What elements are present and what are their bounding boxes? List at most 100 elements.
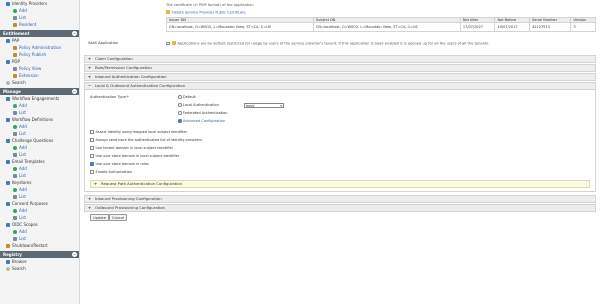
local-auth-select[interactable]: basic ▾ — [244, 103, 284, 108]
sidebar-item-label: Policy View — [19, 66, 42, 71]
sidebar-item-add[interactable]: Add — [0, 228, 79, 235]
sidebar-item-browse[interactable]: Browse — [0, 258, 79, 265]
sidebar-item-list[interactable]: List — [0, 193, 79, 200]
sidebar-item-label: Browse — [12, 259, 27, 264]
collapse-icon[interactable]: − — [72, 31, 77, 36]
collapse-icon[interactable]: − — [72, 252, 77, 257]
section-request-path-config[interactable]: + Request Path Authentication Configurati… — [90, 180, 590, 188]
sidebar-item-workflow-engagements[interactable]: Workflow Engagements — [0, 95, 79, 102]
expand-icon: + — [88, 196, 92, 201]
checkbox-label: Use tenant domain in local subject ident… — [95, 146, 174, 150]
sidebar-item-label: Consent Purposes — [12, 201, 48, 206]
radio-federated[interactable]: Federated Authentication — [178, 111, 228, 115]
sidebar-item-add[interactable]: Add — [0, 123, 79, 130]
section-outbound-prov-config[interactable]: + Outbound Provisioning Configuration — [84, 204, 596, 212]
sidebar-item-workflow-definitions[interactable]: Workflow Definitions — [0, 116, 79, 123]
update-button[interactable]: Update — [90, 214, 110, 221]
add-icon — [13, 145, 17, 150]
section-inbound-auth-config[interactable]: + Inbound Authentication Configuration — [84, 73, 596, 81]
sidebar-item-list[interactable]: List — [0, 214, 79, 221]
sidebar-item-label: Workflow Engagements — [12, 96, 60, 101]
table-row: CN=localhost, O=WSO2, L=Mountain View, S… — [166, 22, 596, 32]
cancel-button[interactable]: Cancel — [109, 214, 128, 221]
radio-default[interactable]: Default — [178, 95, 196, 99]
checkbox-label: Use user store domain in local subject i… — [95, 154, 180, 158]
delete-cert-link[interactable]: Delete Service Provider Public Certifica… — [172, 11, 246, 15]
sidebar-item-add[interactable]: Add — [0, 144, 79, 151]
sidebar-item-list[interactable]: List — [0, 130, 79, 137]
option-checkbox-row[interactable]: Assert identity using mapped local subje… — [90, 130, 187, 134]
sidebar-item-label: Add — [19, 145, 27, 150]
option-checkbox-row[interactable]: Always send back the authenticated list … — [90, 138, 202, 142]
sidebar-item-add[interactable]: Add — [0, 7, 79, 14]
sidebar-item-list[interactable]: List — [0, 172, 79, 179]
saas-label: SaaS Application — [88, 41, 119, 45]
sidebar-manage-items: Workflow Engagements Add List Workflow Defi… — [0, 95, 79, 249]
sidebar-item-label: Search — [12, 80, 26, 85]
radio-advanced[interactable]: Advanced Configuration — [178, 119, 225, 123]
section-title: Inbound Authentication Configuration — [95, 74, 167, 79]
checkbox-icon[interactable] — [90, 138, 94, 142]
section-title: Request Path Authentication Configuratio… — [101, 181, 183, 186]
sidebar-item-oidc-scopes[interactable]: OIDC Scopes — [0, 221, 79, 228]
sidebar-item-add[interactable]: Add — [0, 186, 79, 193]
sidebar-item-search[interactable]: Search — [0, 79, 79, 86]
list-icon — [13, 173, 17, 178]
sidebar-item-add[interactable]: Add — [0, 165, 79, 172]
sidebar-item-resident[interactable]: Resident — [0, 21, 79, 28]
sidebar-section-title: Manage — [3, 89, 21, 94]
sidebar-item-email-templates[interactable]: Email Templates — [0, 158, 79, 165]
sidebar-item-list[interactable]: List — [0, 14, 79, 21]
sidebar-item-policy-administration[interactable]: Policy Administration — [0, 44, 79, 51]
sidebar-item-label: List — [19, 15, 26, 20]
option-checkbox-row[interactable]: Use user store domain in roles — [90, 162, 149, 166]
sidebar-item-extension[interactable]: Extension — [0, 72, 79, 79]
sidebar-item-label: List — [19, 173, 26, 178]
add-icon — [13, 166, 17, 171]
option-checkbox-row[interactable]: Use user store domain in local subject i… — [90, 154, 179, 158]
radio-label: Default — [183, 95, 196, 99]
sidebar-item-identity-providers[interactable]: Identity Providers — [0, 0, 79, 7]
sidebar-item-policy-view[interactable]: Policy View — [0, 65, 79, 72]
section-claim-config[interactable]: + Claim Configuration — [84, 55, 596, 63]
sidebar-item-pdp[interactable]: PDP — [0, 58, 79, 65]
sidebar-section-registry[interactable]: Registry − — [0, 251, 79, 258]
sidebar-item-policy-publish[interactable]: Policy Publish — [0, 51, 79, 58]
radio-local[interactable]: Local Authentication — [178, 103, 219, 107]
checkbox-icon[interactable] — [90, 154, 94, 158]
section-role-config[interactable]: + Role/Permission Configuration — [84, 64, 596, 72]
saas-checkbox[interactable] — [166, 41, 170, 45]
sidebar-item-list[interactable]: List — [0, 109, 79, 116]
sidebar-item-list[interactable]: List — [0, 235, 79, 242]
sidebar-section-manage[interactable]: Manage − — [0, 88, 79, 95]
sidebar-item-shutdown-restart[interactable]: Shutdown/Restart — [0, 242, 79, 249]
section-inbound-prov-config[interactable]: + Inbound Provisioning Configuration — [84, 195, 596, 203]
table-cell: 3 — [570, 22, 596, 32]
table-cell: 42127913 — [529, 22, 572, 32]
table-cell: CN=localhost, O=WSO2, L=Mountain View, S… — [166, 22, 314, 32]
option-checkbox-row[interactable]: Use tenant domain in local subject ident… — [90, 146, 173, 150]
sidebar-item-keystores[interactable]: Keystores — [0, 179, 79, 186]
workflow-definitions-icon — [6, 117, 10, 122]
sidebar-item-add[interactable]: Add — [0, 102, 79, 109]
radio-label: Federated Authentication — [183, 111, 228, 115]
checkbox-checked-icon[interactable] — [90, 162, 94, 166]
sidebar-item-label: Add — [19, 208, 27, 213]
sidebar-section-entitlement[interactable]: Entitlement − — [0, 30, 79, 37]
sidebar-item-label: List — [19, 236, 26, 241]
checkbox-icon[interactable] — [90, 130, 94, 134]
sidebar-item-list[interactable]: List — [0, 151, 79, 158]
collapse-icon[interactable]: − — [72, 89, 77, 94]
pdp-icon — [6, 59, 10, 64]
sidebar-item-add[interactable]: Add — [0, 207, 79, 214]
sidebar-item-search[interactable]: Search — [0, 265, 79, 272]
sidebar-item-label: Add — [19, 124, 27, 129]
sidebar-item-pap[interactable]: PAP — [0, 37, 79, 44]
option-checkbox-row[interactable]: Enable Authorization — [90, 170, 132, 174]
checkbox-icon[interactable] — [90, 146, 94, 150]
checkbox-icon[interactable] — [90, 170, 94, 174]
list-icon — [13, 152, 17, 157]
sidebar-item-consent-purposes[interactable]: Consent Purposes — [0, 200, 79, 207]
radio-label: Local Authentication — [183, 103, 219, 107]
sidebar-item-challenge-questions[interactable]: Challenge Questions — [0, 137, 79, 144]
